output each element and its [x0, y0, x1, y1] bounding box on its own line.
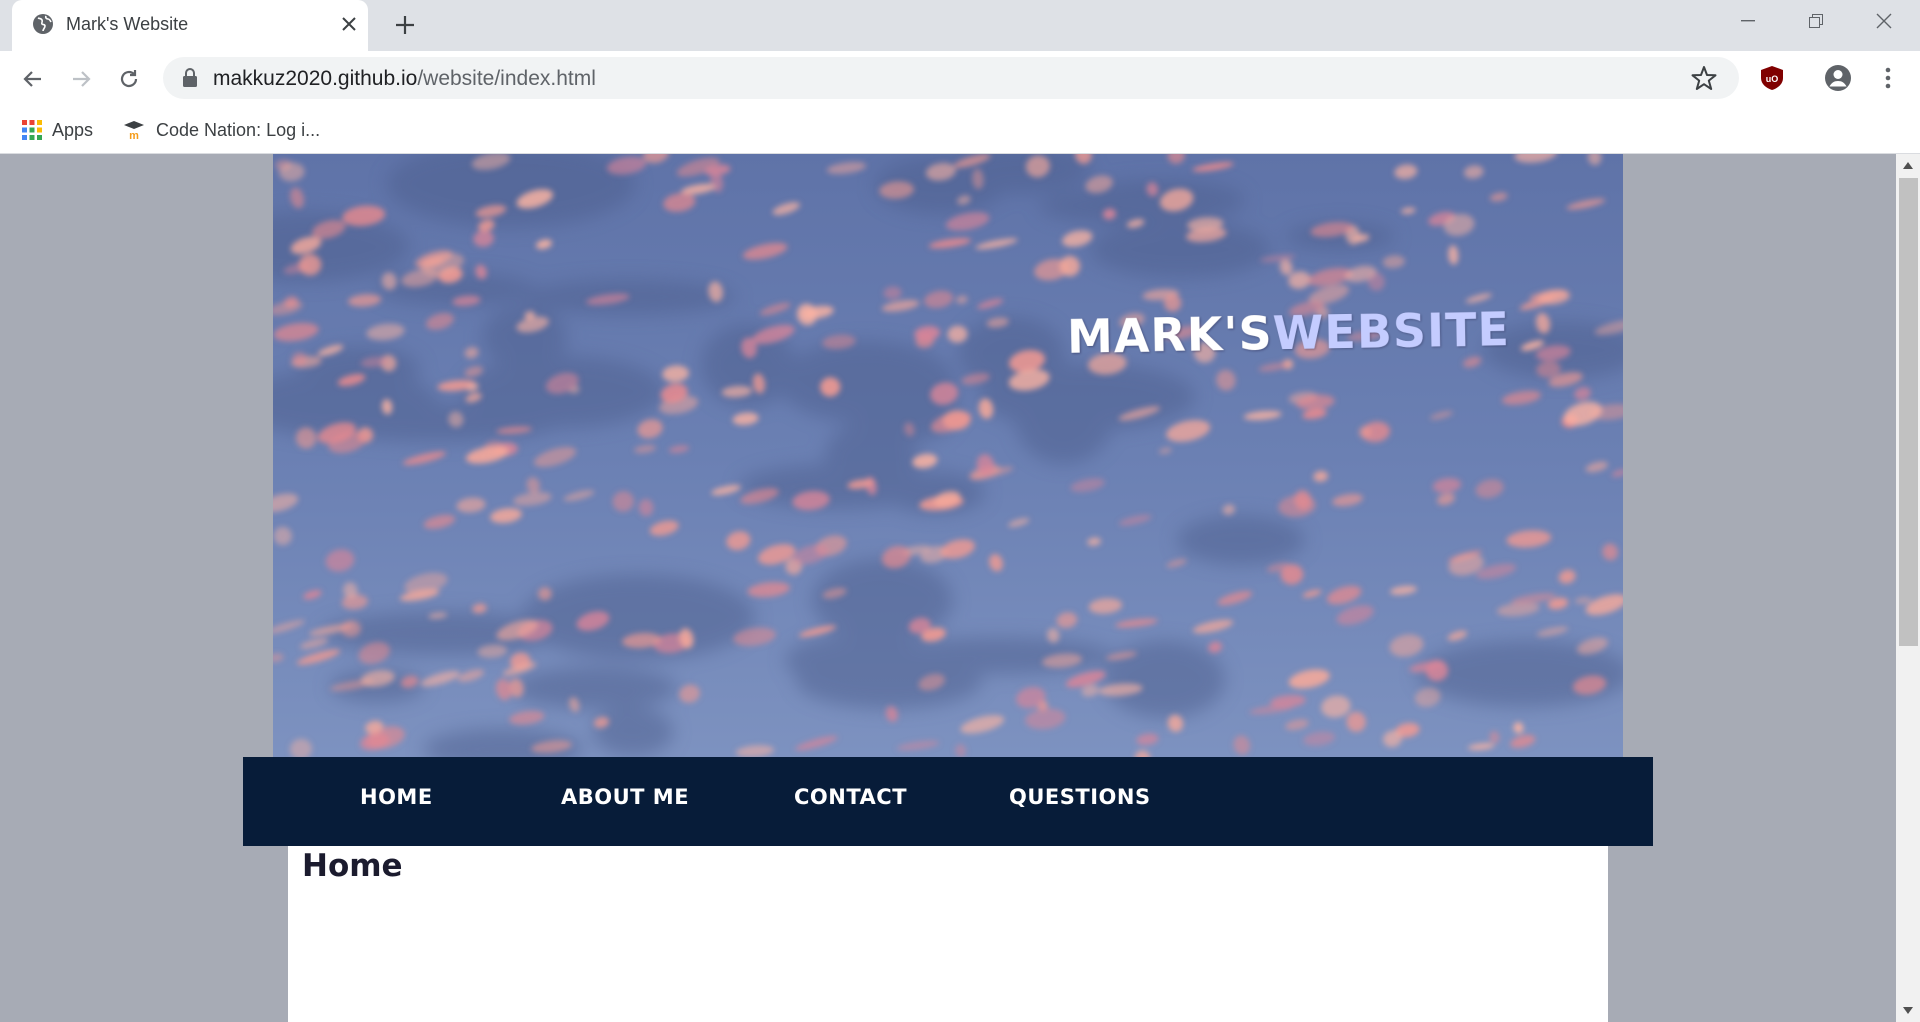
bookmark-apps-label: Apps [52, 119, 94, 140]
new-tab-icon[interactable] [392, 12, 418, 38]
nav-contact[interactable]: CONTACT [794, 785, 907, 809]
forward-arrow-icon[interactable] [64, 62, 98, 96]
close-tab-icon[interactable] [337, 12, 361, 36]
close-window-icon[interactable] [1850, 0, 1918, 42]
reload-icon[interactable] [112, 62, 146, 96]
tab-title: Mark's Website [66, 14, 189, 34]
content-heading: Home [302, 848, 403, 884]
tab-strip: Mark's Website [0, 0, 1920, 51]
url-text: makkuz2020.github.io/website/index.html [213, 67, 596, 91]
address-bar[interactable]: makkuz2020.github.io/website/index.html [163, 57, 1739, 99]
minimize-icon[interactable] [1714, 0, 1782, 42]
bookmarks-bar: Apps m Code Nation: Log i... [0, 106, 1920, 154]
sunset-clouds-image [273, 154, 1623, 758]
star-icon[interactable] [1691, 65, 1717, 91]
browser-tab[interactable]: Mark's Website [12, 0, 368, 51]
scrollbar-thumb[interactable] [1899, 178, 1918, 646]
url-host: makkuz2020.github.io [213, 67, 418, 90]
code-nation-icon: m [124, 121, 144, 140]
site-title-part1: MARK'S [1066, 306, 1274, 364]
bookmark-apps[interactable]: Apps [22, 115, 93, 145]
globe-icon [33, 14, 53, 34]
svg-text:uO: uO [1766, 74, 1779, 84]
site-title: MARK'SWEBSITE [1067, 302, 1511, 364]
vertical-scrollbar[interactable] [1896, 154, 1920, 1022]
svg-text:m: m [129, 130, 139, 140]
nav-home[interactable]: HOME [360, 785, 433, 809]
site-navbar: HOME ABOUT ME CONTACT QUESTIONS [243, 757, 1653, 846]
page-viewport: MARK'SWEBSITE HOME ABOUT ME CONTACT QUES… [0, 154, 1896, 1022]
bookmark-code-nation[interactable]: m Code Nation: Log i... [122, 115, 320, 145]
nav-questions[interactable]: QUESTIONS [1009, 785, 1151, 809]
main-content: Home [288, 846, 1608, 1022]
apps-grid-icon [22, 120, 42, 140]
menu-dots-icon[interactable] [1874, 64, 1902, 92]
bookmark-code-nation-label: Code Nation: Log i... [156, 119, 321, 140]
site-title-part2: WEBSITE [1272, 302, 1511, 361]
profile-avatar-icon[interactable] [1824, 64, 1852, 92]
ublock-origin-icon[interactable]: uO [1758, 64, 1786, 92]
scroll-up-arrow-icon[interactable] [1902, 160, 1914, 170]
nav-about-me[interactable]: ABOUT ME [561, 785, 689, 809]
lock-icon [183, 68, 197, 87]
url-path: /website/index.html [417, 67, 596, 90]
scroll-down-arrow-icon[interactable] [1902, 1006, 1914, 1016]
back-arrow-icon[interactable] [16, 62, 50, 96]
restore-icon[interactable] [1782, 0, 1850, 42]
hero-sky-image: MARK'SWEBSITE [273, 154, 1623, 758]
